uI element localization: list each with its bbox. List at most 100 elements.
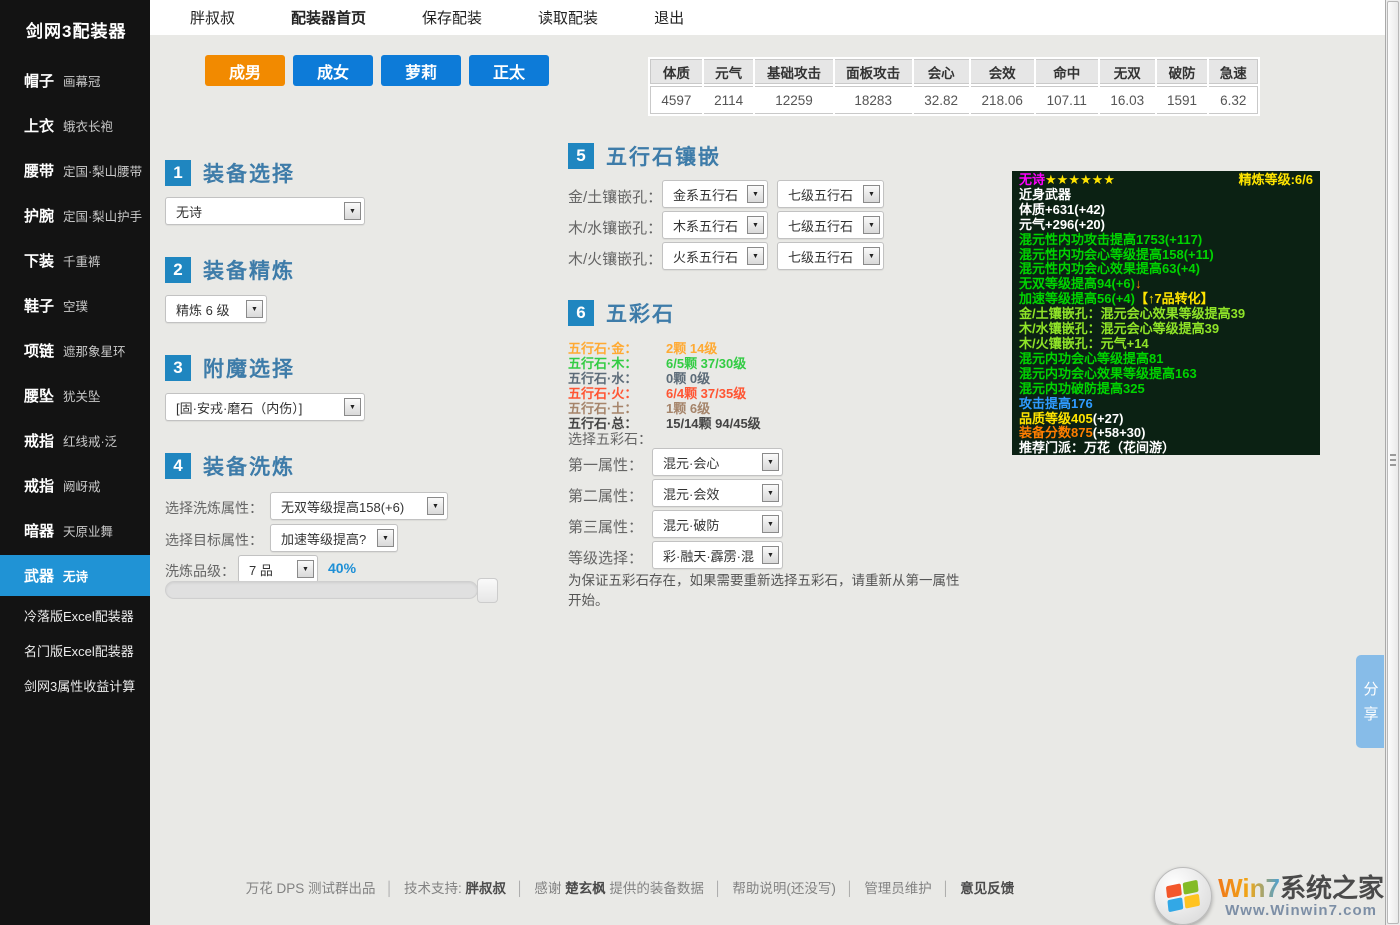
refine-level-select[interactable]: 精炼 6 级 ▼ [165,295,267,323]
chevron-down-icon: ▼ [762,515,779,533]
equipment-select[interactable]: 无诗 ▼ [165,197,365,225]
refine-level: 精炼等级:6/6 [1238,172,1313,187]
sidebar-link-excel2[interactable]: 名门版Excel配装器 [0,633,150,668]
stat-value: 6.32 [1209,86,1258,114]
chevron-down-icon: ▼ [863,185,880,203]
chevron-down-icon: ▼ [747,185,764,203]
scrollbar-grip [1390,454,1396,466]
sidebar-item-chest[interactable]: 上衣 蛾衣长袍 [0,103,150,148]
tooltip-quality-line: 品质等级405(+27) [1019,410,1124,426]
section-number: 1 [165,160,191,186]
target-attr-label: 选择目标属性： [165,532,263,548]
stat-header: 体质 [650,59,702,84]
section-number: 2 [165,257,191,283]
stats-table: 体质 元气 基础攻击 面板攻击 会心 会效 命中 无双 破防 急速 4597 2… [648,57,1260,116]
chevron-down-icon: ▼ [297,560,314,578]
stat-value: 1591 [1156,86,1208,114]
stat-header: 面板攻击 [834,59,912,84]
socket-wood-fire-label: 木/火镶嵌孔： [568,251,663,268]
chevron-down-icon: ▼ [344,202,361,220]
gender-loli-button[interactable]: 萝莉 [381,55,461,86]
rainbow-stone-note: 为保证五彩石存在，如果需要重新选择五彩石，请重新从第一属性开始。 [568,573,960,608]
gender-button-row: 成男 成女 萝莉 正太 [205,55,549,86]
watermark-title: Win7系统之家 [1218,872,1384,903]
gender-female-button[interactable]: 成女 [293,55,373,86]
footer-link-pangshushu[interactable]: 胖叔叔 [465,881,506,896]
sidebar-item-wrist[interactable]: 护腕 定国·梨山护手 [0,193,150,238]
footer: 万花 DPS 测试群出品 │ 技术支持: 胖叔叔 │ 感谢 楚玄枫 提供的装备数据 │ 帮助… [245,881,1015,896]
nav-home[interactable]: 配装器首页 [291,7,366,28]
section-3-header: 3 附魔选择 [165,353,295,383]
sidebar-item-ring2[interactable]: 戒指 阙岈戒 [0,463,150,508]
footer-link-feedback[interactable]: 意见反馈 [960,881,1014,896]
gender-boy-button[interactable]: 正太 [469,55,549,86]
stat-value: 4597 [650,86,702,114]
chevron-down-icon: ▼ [377,529,394,547]
sidebar-item-weapon-active[interactable]: 武器 无诗 [0,555,150,596]
nav-load[interactable]: 读取配装 [538,7,598,28]
attr3-label: 第三属性： [568,519,644,536]
stat-header: 破防 [1156,59,1208,84]
sidebar-item-hidden-weapon[interactable]: 暗器 天原业舞 [0,508,150,553]
section-6-header: 6 五彩石 [568,298,675,328]
socket3-level-select[interactable]: 七级五行石 ▼ [777,242,884,270]
socket1-level-select[interactable]: 七级五行石 ▼ [777,180,884,208]
chevron-down-icon: ▼ [762,453,779,471]
section-number: 5 [568,143,594,169]
level-select[interactable]: 彩·融天·霹雳·混 ▼ [652,541,783,569]
nav-save[interactable]: 保存配装 [422,7,482,28]
sidebar-item-hat[interactable]: 帽子 画幕冠 [0,58,150,103]
chevron-down-icon: ▼ [344,398,361,416]
footer-link-help[interactable]: 帮助说明(还没写) [732,881,836,896]
sidebar: 剑网3配装器 帽子 画幕冠 上衣 蛾衣长袍 腰带 定国·梨山腰带 护腕 定国·梨山护手 … [0,0,150,925]
page-scrollbar[interactable] [1385,0,1400,925]
footer-link-chuxuanfeng[interactable]: 楚玄枫 [565,881,606,896]
socket2-type-select[interactable]: 木系五行石 ▼ [662,211,768,239]
socket2-level-select[interactable]: 七级五行石 ▼ [777,211,884,239]
scrollbar-thumb[interactable] [1387,1,1399,924]
sidebar-item-pendant[interactable]: 腰坠 犹关坠 [0,373,150,418]
wash-progress-track[interactable] [165,581,478,599]
section-4-header: 4 装备洗炼 [165,451,295,481]
stat-header: 元气 [703,59,754,84]
tooltip-line: 元气+296(+20) [1019,216,1105,232]
attr2-select[interactable]: 混元·会效 ▼ [652,479,783,507]
tooltip-attack-line: 攻击提高176 [1019,395,1093,411]
attr1-select[interactable]: 混元·会心 ▼ [652,448,783,476]
pick-rainbow-stone-label: 选择五彩石： [568,431,652,447]
stat-header: 命中 [1035,59,1098,84]
attr1-label: 第一属性： [568,457,644,474]
wash-grade-select[interactable]: 7 品 ▼ [238,555,318,583]
enchant-select[interactable]: [固·安戎·磨石（内伤）] ▼ [165,393,365,421]
socket1-type-select[interactable]: 金系五行石 ▼ [662,180,768,208]
section-title: 五行石镶嵌 [606,146,721,169]
nav-pangshushu[interactable]: 胖叔叔 [190,7,235,28]
sidebar-item-shoes[interactable]: 鞋子 空璞 [0,283,150,328]
chevron-down-icon: ▼ [863,216,880,234]
watermark-url: Www.Winwin7.com [1225,901,1377,919]
stat-header: 无双 [1099,59,1155,84]
chevron-down-icon: ▼ [747,216,764,234]
sidebar-item-belt[interactable]: 腰带 定国·梨山腰带 [0,148,150,193]
sidebar-item-ring1[interactable]: 戒指 红线戒·泛 [0,418,150,463]
nav-logout[interactable]: 退出 [654,7,684,28]
wash-attr-label: 选择洗炼属性： [165,500,263,516]
share-button[interactable]: 分享 [1356,655,1384,748]
stat-header: 基础攻击 [755,59,833,84]
sidebar-link-excel1[interactable]: 冷落版Excel配装器 [0,598,150,633]
wash-attr-select[interactable]: 无双等级提高158(+6) ▼ [270,492,448,520]
attr3-select[interactable]: 混元·破防 ▼ [652,510,783,538]
stat-header: 会心 [913,59,969,84]
gender-male-button[interactable]: 成男 [205,55,285,86]
footer-link-admin[interactable]: 管理员维护 [864,881,932,896]
wash-success-percent: 40% [328,560,357,576]
stat-value: 2114 [703,86,754,114]
sidebar-link-calc[interactable]: 剑网3属性收益计算 [0,668,150,703]
socket-wood-water-label: 木/水镶嵌孔： [568,220,663,237]
socket3-type-select[interactable]: 火系五行石 ▼ [662,242,768,270]
section-1-header: 1 装备选择 [165,158,295,188]
sidebar-item-necklace[interactable]: 项链 遮那象星环 [0,328,150,373]
sidebar-item-pants[interactable]: 下装 千重裤 [0,238,150,283]
wash-slider-handle[interactable] [477,578,498,603]
target-attr-select[interactable]: 加速等级提高? ▼ [270,524,398,552]
